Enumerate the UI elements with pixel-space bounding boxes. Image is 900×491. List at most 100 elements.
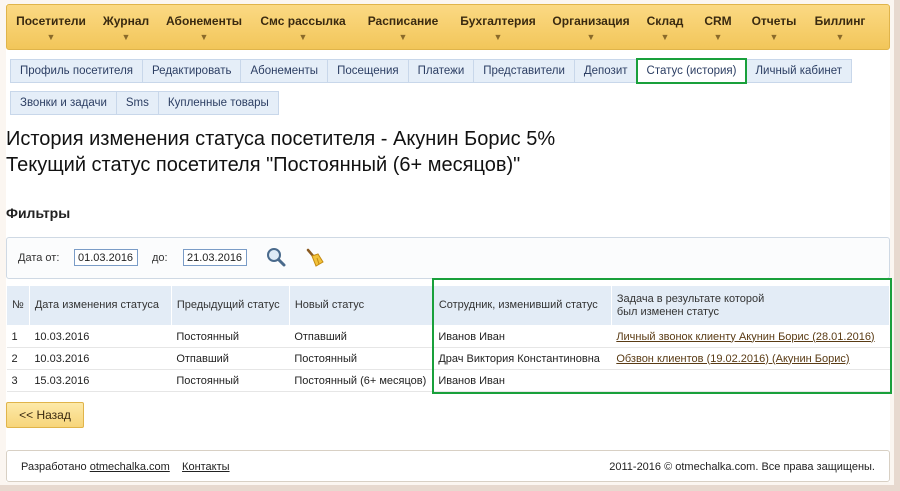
- tab-visitor-profile[interactable]: Профиль посетителя: [10, 59, 143, 83]
- cell-previous-status: Отпавший: [171, 347, 290, 370]
- search-icon[interactable]: [265, 246, 287, 268]
- filters-panel: Дата от: до:: [6, 237, 890, 279]
- chevron-down-icon: ▼: [398, 32, 408, 42]
- tab-payments[interactable]: Платежи: [407, 59, 474, 83]
- menu-item-billing[interactable]: Биллинг ▼: [805, 5, 875, 51]
- cell-date: 10.03.2016: [29, 347, 172, 370]
- footer-developed-label: Разработано: [21, 461, 87, 473]
- date-from-label: Дата от:: [18, 252, 60, 264]
- menu-item-label: Биллинг: [814, 14, 866, 28]
- menu-item-subscriptions[interactable]: Абонементы ▼: [157, 5, 251, 51]
- page-title-line-1: История изменения статуса посетителя - А…: [6, 128, 556, 150]
- tabs-row-1: Профиль посетителя Редактировать Абонеме…: [10, 58, 890, 84]
- cell-employee: Драч Виктория Константиновна: [433, 347, 612, 370]
- col-header-employee: Сотрудник, изменивший статус: [432, 285, 612, 326]
- chevron-down-icon: ▼: [46, 32, 56, 42]
- page-title-line-2: Текущий статус посетителя "Постоянный (6…: [6, 154, 521, 176]
- menu-item-label: Расписание: [367, 14, 439, 28]
- window-frame: Посетители ▼ Журнал ▼ Абонементы ▼ Смс расс…: [0, 0, 900, 491]
- chevron-down-icon: ▼: [769, 32, 779, 42]
- tabs-row-2: Звонки и задачи Sms Купленные товары: [10, 91, 890, 115]
- footer-left: Разработано otmechalka.com Контакты: [21, 461, 230, 473]
- menu-item-label: Журнал: [102, 14, 150, 28]
- task-link[interactable]: Личный звонок клиенту Акунин Борис (28.0…: [616, 331, 874, 343]
- table-row: 2 10.03.2016 Отпавший Постоянный Драч Ви…: [6, 347, 890, 370]
- menu-item-schedule[interactable]: Расписание ▼: [355, 5, 451, 51]
- menu-item-label: Посетители: [16, 14, 86, 28]
- cell-task: [611, 369, 890, 392]
- cell-task: Личный звонок клиенту Акунин Борис (28.0…: [611, 325, 890, 348]
- tab-deposit[interactable]: Депозит: [573, 59, 637, 83]
- tab-sms[interactable]: Sms: [115, 91, 158, 115]
- chevron-down-icon: ▼: [713, 32, 723, 42]
- cell-task: Обзвон клиентов (19.02.2016) (Акунин Бор…: [611, 347, 890, 370]
- table-row: 3 15.03.2016 Постоянный Постоянный (6+ м…: [6, 369, 890, 392]
- footer-copyright: 2011-2016 © otmechalka.com. Все права за…: [609, 461, 875, 473]
- cell-new-status: Постоянный: [289, 347, 434, 370]
- menu-item-label: Склад: [646, 14, 684, 28]
- tab-representatives[interactable]: Представители: [473, 59, 574, 83]
- tab-subscriptions[interactable]: Абонементы: [240, 59, 328, 83]
- table-row: 1 10.03.2016 Постоянный Отпавший Иванов …: [6, 325, 890, 348]
- footer: Разработано otmechalka.com Контакты 2011…: [6, 450, 890, 482]
- menu-item-reports[interactable]: Отчеты ▼: [743, 5, 805, 51]
- chevron-down-icon: ▼: [199, 32, 209, 42]
- menu-item-label: Бухгалтерия: [460, 14, 536, 28]
- menu-item-accounting[interactable]: Бухгалтерия ▼: [451, 5, 545, 51]
- date-to-input[interactable]: [183, 249, 247, 266]
- chevron-down-icon: ▼: [835, 32, 845, 42]
- cell-employee: Иванов Иван: [433, 369, 612, 392]
- col-header-task: Задача в результате которой был изменен …: [610, 285, 891, 326]
- footer-contacts-link[interactable]: Контакты: [182, 461, 230, 473]
- table-header-row: № Дата изменения статуса Предыдущий стат…: [6, 285, 891, 326]
- top-menu: Посетители ▼ Журнал ▼ Абонементы ▼ Смс расс…: [6, 4, 890, 50]
- back-button[interactable]: << Назад: [6, 402, 84, 428]
- page: Посетители ▼ Журнал ▼ Абонементы ▼ Смс расс…: [6, 4, 892, 482]
- cell-previous-status: Постоянный: [171, 325, 290, 348]
- cell-date: 15.03.2016: [29, 369, 172, 392]
- menu-item-sms[interactable]: Смс рассылка ▼: [251, 5, 355, 51]
- chevron-down-icon: ▼: [660, 32, 670, 42]
- cell-new-status: Постоянный (6+ месяцов): [289, 369, 434, 392]
- col-header-task-text: Задача в результате которой был изменен …: [616, 292, 765, 318]
- col-header-previous-status: Предыдущий статус: [170, 285, 290, 326]
- tab-edit[interactable]: Редактировать: [142, 59, 241, 83]
- menu-item-organization[interactable]: Организация ▼: [545, 5, 637, 51]
- col-header-new-status: Новый статус: [288, 285, 434, 326]
- tab-purchased-goods[interactable]: Купленные товары: [157, 91, 279, 115]
- tab-calls-tasks[interactable]: Звонки и задачи: [10, 91, 116, 115]
- menu-item-visitors[interactable]: Посетители ▼: [7, 5, 95, 51]
- cell-number: 2: [6, 347, 30, 370]
- menu-item-label: Отчеты: [751, 14, 797, 28]
- cell-previous-status: Постоянный: [171, 369, 290, 392]
- cell-number: 1: [6, 325, 30, 348]
- cell-date: 10.03.2016: [29, 325, 172, 348]
- status-history-table: № Дата изменения статуса Предыдущий стат…: [6, 285, 891, 392]
- page-title: История изменения статуса посетителя - А…: [6, 126, 555, 178]
- chevron-down-icon: ▼: [586, 32, 596, 42]
- menu-item-journal[interactable]: Журнал ▼: [95, 5, 157, 51]
- date-to-label: до:: [152, 252, 168, 264]
- footer-site-link[interactable]: otmechalka.com: [90, 461, 170, 473]
- menu-item-label: Организация: [552, 14, 630, 28]
- menu-item-label: Смс рассылка: [260, 14, 346, 28]
- col-header-number: №: [6, 285, 30, 326]
- menu-item-label: Абонементы: [166, 14, 242, 28]
- filters-heading: Фильтры: [6, 205, 71, 221]
- tab-status-history[interactable]: Статус (история): [635, 58, 747, 84]
- cell-number: 3: [6, 369, 30, 392]
- chevron-down-icon: ▼: [493, 32, 503, 42]
- col-header-date: Дата изменения статуса: [28, 285, 172, 326]
- task-link[interactable]: Обзвон клиентов (19.02.2016) (Акунин Бор…: [616, 353, 849, 365]
- menu-item-warehouse[interactable]: Склад ▼: [637, 5, 693, 51]
- tab-visits[interactable]: Посещения: [327, 59, 408, 83]
- tab-personal-account[interactable]: Личный кабинет: [745, 59, 853, 83]
- menu-item-label: CRM: [704, 14, 732, 28]
- menu-item-crm[interactable]: CRM ▼: [693, 5, 743, 51]
- chevron-down-icon: ▼: [121, 32, 131, 42]
- cell-new-status: Отпавший: [289, 325, 434, 348]
- cell-employee: Иванов Иван: [433, 325, 612, 348]
- broom-icon[interactable]: [303, 246, 325, 268]
- date-from-input[interactable]: [74, 249, 138, 266]
- chevron-down-icon: ▼: [298, 32, 308, 42]
